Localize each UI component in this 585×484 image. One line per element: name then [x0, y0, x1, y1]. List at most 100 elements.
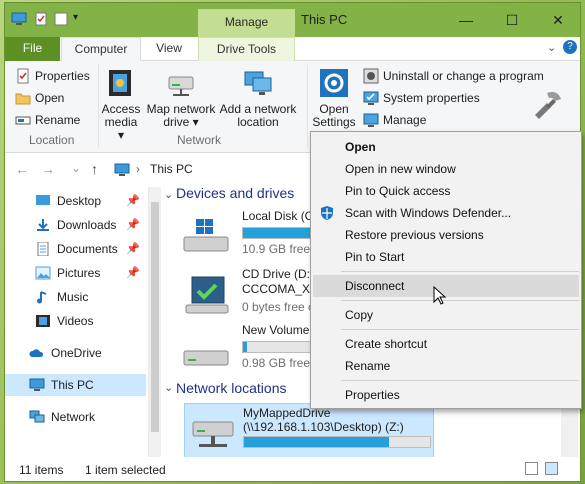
- context-menu: Open Open in new window Pin to Quick acc…: [310, 131, 582, 409]
- sidebar-item-label: OneDrive: [51, 346, 102, 360]
- sidebar-item-this-pc[interactable]: This PC: [5, 374, 146, 396]
- back-button[interactable]: ←: [15, 161, 29, 177]
- documents-icon: [37, 242, 49, 256]
- system-properties-button[interactable]: System properties: [363, 88, 480, 108]
- minimize-button[interactable]: —: [443, 3, 489, 37]
- menu-item-rename[interactable]: Rename: [313, 355, 579, 377]
- tab-file[interactable]: File: [5, 37, 60, 61]
- collapse-chevron-icon[interactable]: ⌄: [164, 381, 173, 394]
- sidebar-item-pictures[interactable]: Pictures 📌: [5, 262, 146, 284]
- ribbon-tabs: File Computer View Drive Tools ⌄ ?: [5, 37, 580, 62]
- sidebar-item-music[interactable]: Music: [5, 286, 146, 308]
- new-folder-quick-icon[interactable]: [53, 12, 69, 26]
- access-media-button[interactable]: Access media ▾: [101, 67, 141, 142]
- sidebar-item-desktop[interactable]: Desktop 📌: [5, 190, 146, 212]
- mapped-drive-selected[interactable]: MyMappedDrive (\\192.168.1.103\Desktop) …: [184, 403, 434, 458]
- sidebar-item-label: Documents: [57, 242, 118, 256]
- mouse-cursor-icon: [433, 286, 447, 305]
- devices-drives-header[interactable]: Devices and drives: [176, 185, 294, 201]
- drive-name: Local Disk (C:): [242, 209, 321, 223]
- window-title: This PC: [301, 12, 348, 27]
- drive-usage-fill: [244, 437, 390, 447]
- manage-button[interactable]: Manage: [363, 110, 426, 130]
- collapse-chevron-icon[interactable]: ⌄: [164, 188, 173, 201]
- menu-separator: [341, 380, 579, 381]
- downloads-icon: [37, 219, 49, 231]
- windows-drive-icon: [183, 219, 229, 252]
- sidebar-item-label: Network: [51, 410, 96, 424]
- uninstall-icon: [363, 68, 379, 84]
- menu-item-open-new-window[interactable]: Open in new window: [313, 158, 579, 180]
- close-button[interactable]: ✕: [535, 3, 580, 37]
- status-bar: 11 items 1 item selected: [5, 457, 580, 481]
- uninstall-program-button[interactable]: Uninstall or change a program: [363, 66, 544, 86]
- large-icons-view-button[interactable]: [545, 462, 558, 475]
- tab-computer[interactable]: Computer: [61, 37, 141, 62]
- recent-locations-button[interactable]: ⌄: [71, 161, 81, 175]
- forward-button[interactable]: →: [41, 161, 55, 177]
- media-icon: [109, 70, 131, 96]
- menu-separator: [341, 329, 579, 330]
- this-pc-icon: [114, 163, 130, 176]
- rename-icon: [15, 116, 31, 125]
- menu-item-pin-quick-access[interactable]: Pin to Quick access: [313, 180, 579, 202]
- map-network-drive-button[interactable]: Map network drive ▾: [145, 67, 217, 129]
- system-properties-label: System properties: [383, 91, 480, 105]
- title-bar: ▾ Manage This PC — ☐ ✕: [5, 3, 580, 37]
- expand-ribbon-icon[interactable]: ⌄: [547, 41, 556, 54]
- tab-view[interactable]: View: [143, 37, 195, 61]
- breadcrumb[interactable]: This PC: [150, 159, 193, 180]
- open-button[interactable]: Open: [15, 88, 64, 108]
- up-button[interactable]: ↑: [91, 161, 98, 177]
- customize-toolbar-icon[interactable]: ▾: [73, 12, 78, 23]
- music-icon: [37, 291, 47, 304]
- details-view-button[interactable]: [525, 462, 538, 475]
- add-network-location-button[interactable]: Add a network location: [219, 67, 297, 129]
- nav-scroll-thumb[interactable]: [151, 202, 159, 432]
- sidebar-item-videos[interactable]: Videos: [5, 310, 146, 332]
- menu-separator: [341, 300, 579, 301]
- rename-button[interactable]: Rename: [15, 110, 80, 130]
- menu-item-scan-defender[interactable]: Scan with Windows Defender...: [313, 202, 579, 224]
- network-locations-header[interactable]: Network locations: [176, 380, 287, 396]
- network-drive-icon: [168, 76, 194, 96]
- this-pc-icon: [29, 378, 45, 391]
- sidebar-item-documents[interactable]: Documents 📌: [5, 238, 146, 260]
- properties-quick-icon[interactable]: [33, 12, 49, 26]
- tab-drive-tools[interactable]: Drive Tools: [198, 37, 295, 61]
- this-pc-icon: [11, 12, 27, 25]
- properties-button[interactable]: Properties: [15, 66, 90, 86]
- sidebar-item-label: Downloads: [57, 218, 117, 232]
- drive-icon: [183, 350, 229, 366]
- nav-scrollbar[interactable]: [149, 187, 161, 457]
- help-icon[interactable]: ?: [563, 40, 577, 54]
- pin-icon: 📌: [126, 243, 140, 255]
- open-settings-label-2: Settings: [312, 115, 356, 129]
- menu-item-copy[interactable]: Copy: [313, 304, 579, 326]
- address-bar[interactable]: › This PC: [112, 159, 312, 181]
- add-location-label-1: Add a network: [219, 102, 297, 116]
- sidebar-item-label: Desktop: [57, 194, 102, 208]
- open-settings-button[interactable]: Open Settings: [310, 67, 358, 129]
- settings-gear-icon: [320, 69, 348, 97]
- open-label: Open: [35, 91, 65, 105]
- map-drive-label-1: Map network: [146, 102, 216, 116]
- maximize-button[interactable]: ☐: [489, 3, 535, 37]
- sidebar-item-onedrive[interactable]: OneDrive: [5, 342, 146, 364]
- open-settings-label-1: Open: [319, 102, 349, 116]
- windows-report-logo-icon: [535, 91, 561, 119]
- menu-item-restore-versions[interactable]: Restore previous versions: [313, 224, 579, 246]
- cd-drive-icon: [185, 276, 229, 314]
- manage-context-tab[interactable]: Manage: [198, 9, 295, 37]
- rename-label: Rename: [35, 113, 81, 127]
- selection-count: 1 item selected: [85, 463, 166, 477]
- location-group-label: Location: [29, 133, 75, 147]
- sidebar-item-network[interactable]: Network: [5, 406, 146, 428]
- menu-item-create-shortcut[interactable]: Create shortcut: [313, 333, 579, 355]
- sidebar-item-downloads[interactable]: Downloads 📌: [5, 214, 146, 236]
- mapped-drive-path: (\\192.168.1.103\Desktop) (Z:): [243, 420, 404, 434]
- menu-item-properties[interactable]: Properties: [313, 384, 579, 406]
- access-media-label-1: Access: [101, 102, 141, 116]
- menu-item-open[interactable]: Open: [313, 136, 579, 158]
- menu-item-pin-start[interactable]: Pin to Start: [313, 246, 579, 268]
